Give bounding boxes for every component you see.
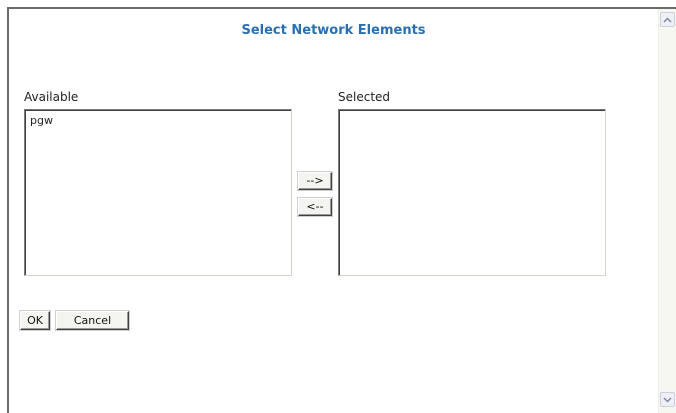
add-button[interactable]: --> xyxy=(298,172,332,190)
available-label: Available xyxy=(24,90,79,104)
vertical-scrollbar[interactable] xyxy=(658,9,676,413)
available-listbox[interactable]: pgw xyxy=(24,109,292,276)
list-item[interactable]: pgw xyxy=(25,110,291,127)
selected-listbox[interactable] xyxy=(338,109,606,276)
chevron-up-icon[interactable] xyxy=(660,12,675,27)
selected-label: Selected xyxy=(338,90,391,104)
chevron-down-icon[interactable] xyxy=(660,392,675,407)
cancel-button[interactable]: Cancel xyxy=(56,311,129,330)
page-title: Select Network Elements xyxy=(241,23,426,38)
dialog-frame: Select Network Elements Available pgw --… xyxy=(7,7,676,413)
ok-button[interactable]: OK xyxy=(20,311,50,330)
remove-button[interactable]: <-- xyxy=(298,198,332,216)
